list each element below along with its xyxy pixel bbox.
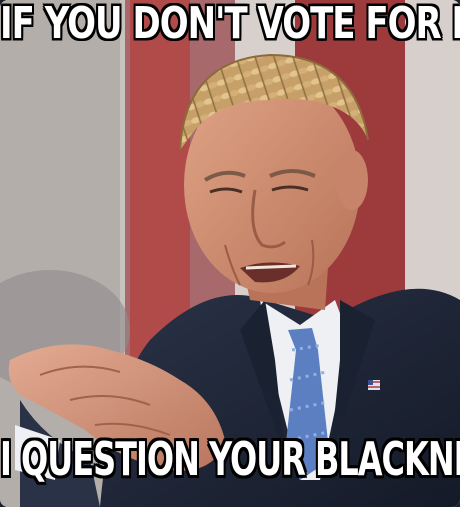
- flag-pin-icon: [368, 380, 380, 390]
- meme-image: IF YOU DON'T VOTE FOR ME I QUESTION YOUR…: [0, 0, 460, 507]
- bottom-caption: I QUESTION YOUR BLACKNESS: [0, 431, 460, 487]
- top-caption: IF YOU DON'T VOTE FOR ME: [0, 0, 460, 50]
